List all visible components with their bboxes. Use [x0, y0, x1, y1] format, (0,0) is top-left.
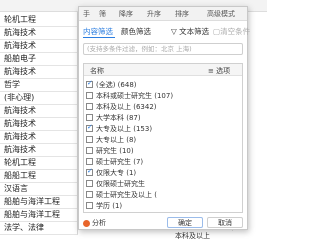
- item-label: 大专以上 (8): [96, 136, 137, 144]
- item-checkbox[interactable]: [86, 92, 93, 99]
- list-item[interactable]: 大专及以上 (153): [86, 123, 236, 134]
- item-checkbox[interactable]: [86, 103, 93, 110]
- clear-conditions-label: 清空条件: [220, 27, 251, 36]
- filter-icon: ▽: [171, 27, 177, 36]
- item-label: 大专及以上 (153): [96, 125, 153, 133]
- list-item[interactable]: 本科或硕士研究生 (107): [86, 91, 236, 101]
- item-checkbox[interactable]: [86, 123, 93, 132]
- item-label: 仅限硕士研究生: [96, 180, 145, 188]
- item-label: (全选) (648): [96, 81, 137, 89]
- analyze-button[interactable]: 分析: [83, 218, 106, 228]
- top-tab[interactable]: 筛: [99, 9, 106, 19]
- sort-desc-button[interactable]: 降序: [119, 9, 133, 19]
- dialog-footer: 分析 确定 取消: [79, 215, 247, 230]
- ok-button[interactable]: 确定: [167, 217, 203, 228]
- item-label: 硕士研究生及以上 (: [96, 191, 157, 199]
- item-label: 仅限大专 (1): [96, 169, 137, 177]
- analyze-label: 分析: [92, 219, 106, 227]
- column-name-header: 名称: [90, 67, 104, 75]
- item-label: 大学本科 (87): [96, 114, 141, 122]
- filter-tabs: 内容筛选 颜色筛选 ▽ 文本筛选 ▢清空条件: [79, 24, 250, 38]
- item-label: 本科及以上 (6342): [96, 103, 157, 111]
- list-item[interactable]: 仅限硕士研究生: [86, 179, 236, 189]
- item-checkbox[interactable]: [86, 180, 93, 187]
- advanced-mode-button[interactable]: 高级模式: [207, 9, 235, 19]
- options-icon: ≡: [208, 67, 214, 75]
- filter-value-list: 名称 ≡ 选项 (全选) (648) 本科或硕士研究生 (107) 本科及以上 (6…: [83, 63, 243, 213]
- top-tab[interactable]: 手: [83, 9, 90, 19]
- item-label: 学历 (1): [96, 202, 123, 210]
- item-checkbox[interactable]: [86, 202, 93, 209]
- item-label: 本科或硕士研究生 (107): [96, 92, 174, 100]
- sort-asc-button[interactable]: 升序: [147, 9, 161, 19]
- item-checkbox[interactable]: [86, 114, 93, 121]
- item-checkbox[interactable]: [86, 136, 93, 143]
- list-item[interactable]: 学历 (1): [86, 201, 236, 211]
- list-item[interactable]: 仅限大专 (1): [86, 167, 236, 178]
- dialog-top-toolbar: 手 筛 降序 升序 排序 高级模式: [79, 7, 247, 21]
- sheet-bottom-right-cell: 本科及以上: [175, 232, 210, 240]
- cancel-button[interactable]: 取消: [207, 217, 243, 228]
- item-label: 硕士研究生 (7): [96, 158, 144, 166]
- tab-text-filter-label: 文本筛选: [179, 27, 210, 36]
- item-checkbox[interactable]: [86, 158, 93, 165]
- item-checkbox[interactable]: [86, 79, 93, 88]
- tab-content-filter[interactable]: 内容筛选: [83, 26, 113, 37]
- item-checkbox[interactable]: [86, 147, 93, 154]
- search-input[interactable]: (支持多条件过滤，例如：北京 上海): [83, 43, 243, 55]
- analyze-icon: [83, 219, 90, 227]
- filter-dialog: 手 筛 降序 升序 排序 高级模式 内容筛选 颜色筛选 ▽ 文本筛选 ▢清空条件…: [78, 6, 250, 230]
- options-button[interactable]: ≡ 选项: [208, 66, 230, 76]
- item-checkbox[interactable]: [86, 167, 93, 176]
- clear-conditions-button[interactable]: ▢清空条件: [213, 26, 250, 37]
- sheet-cell[interactable]: 法学、法律: [0, 220, 78, 235]
- list-header: 名称 ≡ 选项: [84, 64, 242, 76]
- tab-color-filter[interactable]: 颜色筛选: [121, 26, 151, 37]
- list-item[interactable]: 硕士研究生 (7): [86, 157, 236, 167]
- sort-button[interactable]: 排序: [175, 9, 189, 19]
- tab-text-filter[interactable]: ▽ 文本筛选: [171, 26, 209, 37]
- item-checkbox[interactable]: [86, 191, 93, 198]
- list-item[interactable]: (全选) (648): [86, 79, 236, 90]
- list-item[interactable]: 本科及以上 (6342): [86, 102, 236, 112]
- list-item[interactable]: 研究生 (10): [86, 146, 236, 156]
- item-label: 研究生 (10): [96, 147, 134, 155]
- list-item[interactable]: 大学本科 (87): [86, 113, 236, 123]
- list-item[interactable]: 大专以上 (8): [86, 135, 236, 145]
- active-tab-underline: [83, 37, 115, 38]
- list-item[interactable]: 硕士研究生及以上 (: [86, 190, 236, 200]
- options-label: 选项: [216, 67, 231, 75]
